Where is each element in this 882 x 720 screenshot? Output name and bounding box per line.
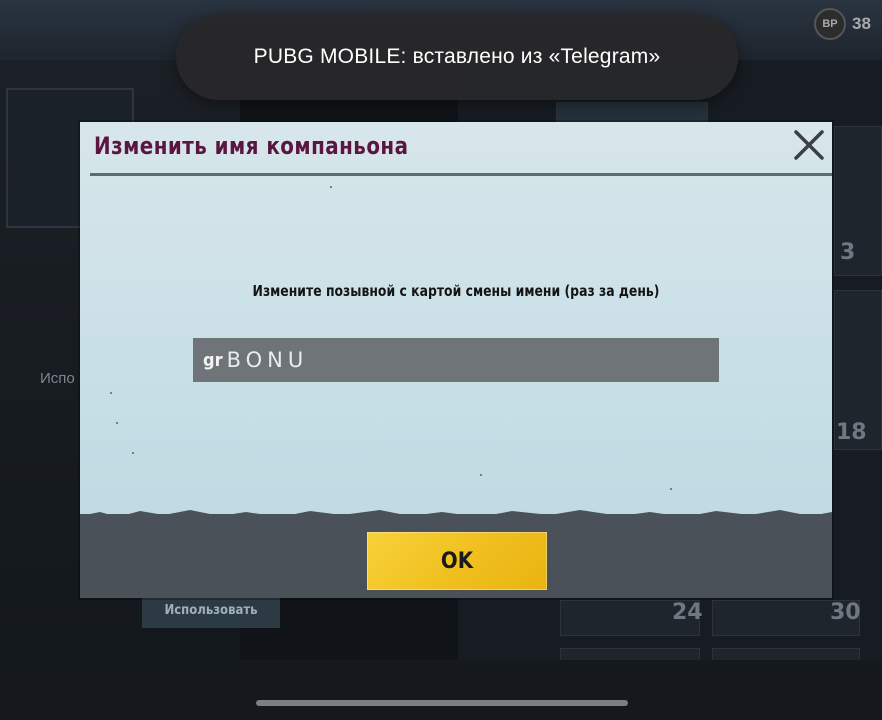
background-tile-number: 18 — [836, 420, 867, 445]
background-tile-number: 30 — [830, 600, 861, 625]
dialog-header: Изменить имя компаньона — [80, 122, 832, 178]
toast-message: PUBG MOBILE: вставлено из «Telegram» — [253, 45, 661, 68]
dialog-title: Изменить имя компаньона — [94, 132, 409, 160]
background-tile-number: 3 — [840, 240, 856, 265]
background-bottom-bar — [0, 660, 882, 720]
texture-speck — [110, 392, 112, 394]
rename-instructions: Измените позывной с картой смены имени (… — [252, 282, 660, 300]
background-tile-number: 24 — [672, 600, 703, 625]
texture-speck — [480, 474, 482, 476]
texture-speck — [330, 186, 332, 188]
background-tile — [556, 102, 708, 122]
close-button[interactable] — [790, 126, 828, 164]
rename-companion-dialog: Изменить имя компаньона Измените позывно… — [80, 122, 832, 598]
name-value: BONU — [226, 348, 309, 372]
texture-speck — [116, 422, 118, 424]
currency-count: 38 — [852, 14, 871, 33]
home-indicator[interactable] — [256, 700, 628, 706]
ok-button[interactable]: OK — [367, 532, 547, 590]
background-side-text: Испо — [40, 370, 75, 387]
texture-speck — [132, 452, 134, 454]
paste-notification-toast: PUBG MOBILE: вставлено из «Telegram» — [176, 14, 738, 100]
ok-button-label: OK — [440, 548, 474, 574]
name-prefix: gr — [203, 349, 223, 371]
texture-speck — [670, 488, 672, 490]
companion-name-input[interactable]: gr BONU — [193, 338, 719, 382]
currency-icon: BP — [814, 8, 846, 40]
title-divider — [90, 173, 832, 176]
close-icon — [794, 130, 824, 160]
